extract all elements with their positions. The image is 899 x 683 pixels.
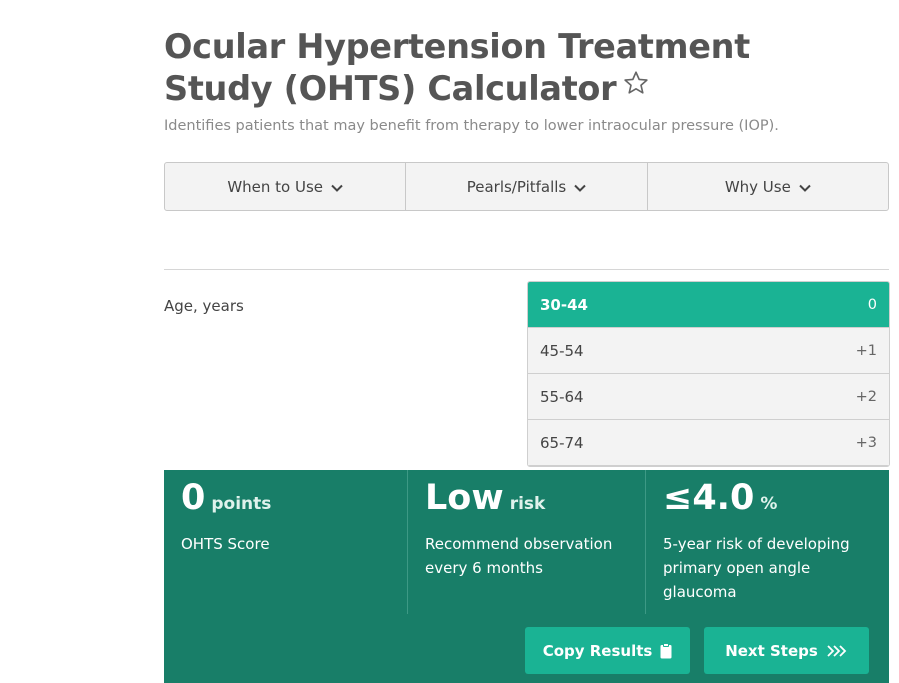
tab-pearls-pitfalls[interactable]: Pearls/Pitfalls [406, 163, 648, 210]
option-points: +3 [855, 434, 877, 451]
next-steps-label: Next Steps [725, 641, 818, 660]
score-value-row: 0 points [181, 478, 271, 518]
option-age-45-54[interactable]: 45-54 +1 [528, 328, 889, 374]
option-label: 30-44 [540, 295, 588, 314]
chevron-down-icon [799, 184, 811, 192]
risk-value-row: Low risk [425, 478, 545, 518]
result-score: 0 points OHTS Score [164, 470, 407, 614]
option-age-30-44[interactable]: 30-44 0 [528, 282, 889, 328]
result-panel: 0 points OHTS Score Low risk Recommend obs… [164, 470, 889, 683]
page-title: Ocular Hypertension Treatment Study (OHT… [164, 26, 864, 112]
page-subtitle: Identifies patients that may benefit fro… [164, 118, 779, 134]
option-label: 55-64 [540, 387, 584, 406]
result-risk: Low risk Recommend observation every 6 mo… [407, 470, 646, 614]
favorite-star-icon[interactable] [622, 65, 650, 107]
option-label: 65-74 [540, 433, 584, 452]
chevron-down-icon [331, 184, 343, 192]
tab-why-use[interactable]: Why Use [648, 163, 888, 210]
tab-label: Pearls/Pitfalls [466, 177, 567, 196]
option-points: +1 [855, 342, 877, 359]
tab-when-to-use[interactable]: When to Use [165, 163, 407, 210]
score-value: 0 [181, 478, 206, 518]
percent-value-row: ≤4.0% [663, 478, 777, 518]
next-steps-button[interactable]: Next Steps [704, 627, 869, 674]
percent-description: 5-year risk of developing primary open a… [663, 535, 850, 601]
tab-label: Why Use [724, 177, 791, 196]
option-age-55-64[interactable]: 55-64 +2 [528, 374, 889, 420]
question-label-age: Age, years [164, 297, 244, 315]
page-title-text: Ocular Hypertension Treatment Study (OHT… [164, 27, 750, 108]
risk-description: Recommend observation every 6 months [425, 535, 613, 577]
tab-label: When to Use [227, 177, 324, 196]
option-age-65-74[interactable]: 65-74 +3 [528, 420, 889, 466]
risk-unit: risk [509, 494, 546, 514]
risk-value: Low [425, 478, 504, 518]
option-points: +2 [855, 388, 877, 405]
option-label: 45-54 [540, 341, 584, 360]
percent-unit: % [760, 494, 778, 514]
triple-chevron-right-icon [826, 644, 848, 658]
chevron-down-icon [574, 184, 586, 192]
copy-results-label: Copy Results [542, 641, 653, 660]
section-divider [164, 269, 889, 270]
clipboard-icon [660, 642, 672, 659]
option-points: 0 [867, 296, 877, 313]
score-unit: points [211, 494, 272, 514]
percent-value: ≤4.0 [663, 478, 755, 518]
copy-results-button[interactable]: Copy Results [525, 627, 690, 674]
age-options: 30-44 0 45-54 +1 55-64 +2 65-74 +3 [527, 281, 890, 467]
score-description: OHTS Score [181, 535, 270, 553]
result-percent: ≤4.0% 5-year risk of developing primary … [645, 470, 890, 614]
info-tabs: When to Use Pearls/Pitfalls Why Use [164, 162, 889, 211]
